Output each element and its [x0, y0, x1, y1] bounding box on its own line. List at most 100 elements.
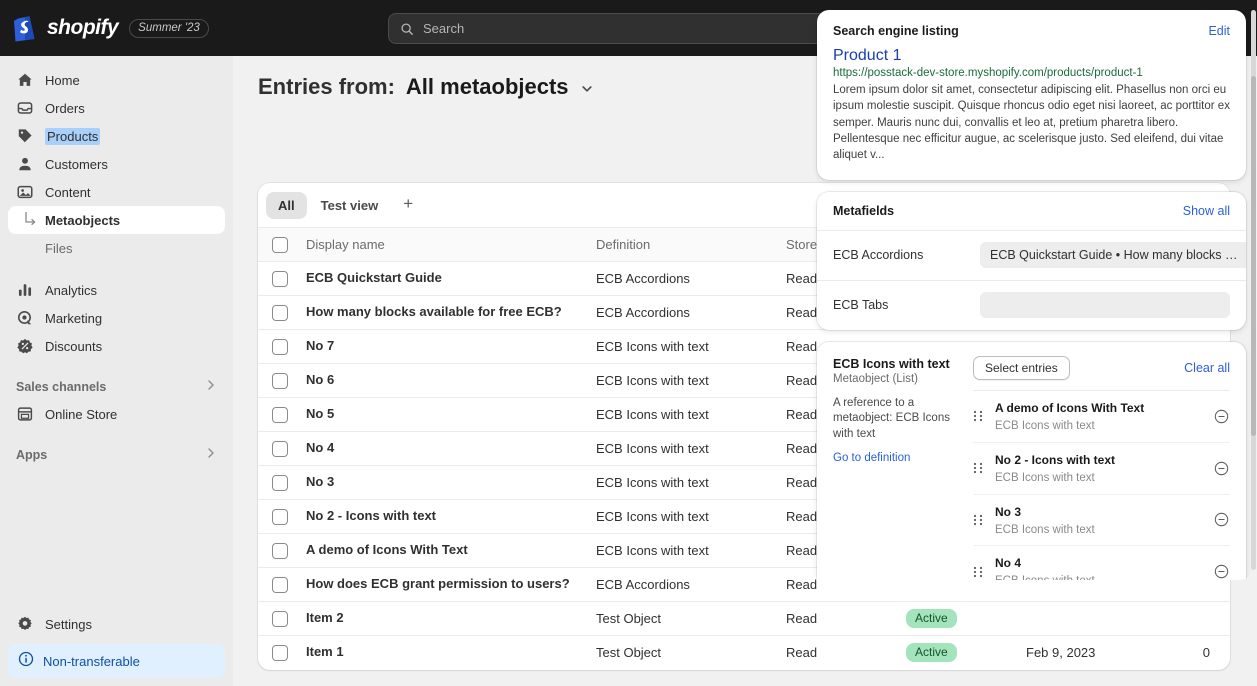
brand-area[interactable]: shopify Summer '23	[0, 14, 222, 42]
entry-list-item[interactable]: No 2 - Icons with text ECB Icons with te…	[973, 443, 1230, 495]
drag-handle-icon[interactable]	[973, 565, 983, 579]
sidebar-item-customers[interactable]: Customers	[8, 150, 225, 178]
cell-definition: ECB Accordions	[588, 567, 778, 602]
entry-list-item[interactable]: A demo of Icons With Text ECB Icons with…	[973, 391, 1230, 443]
online-store-icon	[16, 405, 34, 423]
metafields-header: Metafields Show all	[817, 192, 1246, 230]
row-checkbox[interactable]	[272, 644, 288, 661]
entry-title: A demo of Icons With Text	[995, 400, 1145, 415]
sidebar-item-label: Customers	[45, 156, 108, 172]
tab-test-view[interactable]: Test view	[309, 192, 391, 219]
cell-definition: Test Object	[588, 601, 778, 636]
add-view-button[interactable]: +	[392, 192, 424, 219]
row-checkbox[interactable]	[272, 270, 288, 287]
remove-entry-icon[interactable]	[1214, 512, 1230, 527]
sidebar-section-sales-channels[interactable]: Sales channels	[8, 374, 225, 400]
section-label: Sales channels	[16, 380, 107, 394]
cell-storefront: Read	[786, 645, 818, 661]
remove-entry-icon[interactable]	[1214, 461, 1230, 476]
select-entries-button[interactable]: Select entries	[973, 355, 1070, 380]
status-badge: Active	[906, 609, 957, 628]
banner-label: Non-transferable	[43, 653, 140, 669]
sidebar-item-marketing[interactable]: Marketing	[8, 304, 225, 332]
sidebar-section-apps[interactable]: Apps	[8, 442, 225, 468]
row-checkbox[interactable]	[272, 508, 288, 525]
row-checkbox[interactable]	[272, 304, 288, 321]
row-checkbox[interactable]	[272, 542, 288, 559]
table-row[interactable]: Item 1 Test Object Read Active Feb 9, 20…	[258, 636, 1230, 670]
sidebar-item-label: Analytics	[45, 282, 98, 298]
sidebar-item-content[interactable]: Content	[8, 178, 225, 206]
metafield-value-field[interactable]	[980, 292, 1230, 319]
row-checkbox[interactable]	[272, 474, 288, 491]
global-search[interactable]: Search	[388, 13, 869, 44]
cell-definition: ECB Accordions	[588, 261, 778, 296]
row-checkbox[interactable]	[272, 576, 288, 593]
page-title-static: Entries from:	[258, 74, 395, 99]
metaobject-reference-card: ECB Icons with text Metaobject (List) A …	[817, 341, 1246, 580]
row-checkbox[interactable]	[272, 406, 288, 423]
row-checkbox[interactable]	[272, 372, 288, 389]
row-select-cell	[258, 499, 298, 534]
remove-entry-icon[interactable]	[1214, 564, 1230, 579]
clear-all-link[interactable]: Clear all	[1184, 361, 1230, 375]
drag-handle-icon[interactable]	[973, 409, 983, 423]
sidebar-item-orders[interactable]: Orders	[8, 94, 225, 122]
sidebar-item-files[interactable]: Files	[8, 234, 225, 262]
entry-text: No 2 - Icons with text ECB Icons with te…	[995, 451, 1202, 486]
remove-entry-icon[interactable]	[1214, 409, 1230, 424]
metafield-row-ecb-accordions: ECB Accordions ECB Quickstart Guide • Ho…	[817, 229, 1246, 280]
sidebar-item-metaobjects[interactable]: Metaobjects	[8, 206, 225, 234]
seo-section-title: Search engine listing	[833, 24, 959, 38]
drag-handle-icon[interactable]	[973, 513, 983, 527]
sidebar-item-analytics[interactable]: Analytics	[8, 276, 225, 304]
sidebar-item-products[interactable]: Products	[8, 122, 225, 150]
sidebar-item-online-store[interactable]: Online Store	[8, 400, 225, 428]
sidebar-item-discounts[interactable]: Discounts	[8, 332, 225, 360]
status-badge: Active	[906, 643, 957, 663]
cell-display-name: No 3	[298, 465, 588, 500]
page-title-value: All metaobjects	[405, 74, 569, 99]
row-select-cell	[258, 567, 298, 602]
row-checkbox[interactable]	[272, 440, 288, 457]
metafields-show-all-link[interactable]: Show all	[1183, 204, 1230, 218]
tab-all[interactable]: All	[266, 191, 307, 219]
cell-display-name: A demo of Icons With Text	[298, 533, 588, 568]
release-badge: Summer '23	[129, 18, 209, 38]
row-checkbox[interactable]	[272, 338, 288, 355]
drag-handle-icon[interactable]	[973, 461, 983, 475]
sidebar-item-home[interactable]: Home	[8, 66, 225, 94]
search-input[interactable]: Search	[388, 13, 869, 44]
table-row[interactable]: Item 2 Test Object Read Active	[258, 601, 1230, 636]
entry-text: A demo of Icons With Text ECB Icons with…	[995, 399, 1202, 434]
cell-display-name: How many blocks available for free ECB?	[298, 295, 588, 330]
row-select-cell	[258, 431, 298, 466]
entry-title: No 3	[995, 504, 1022, 519]
non-transferable-banner[interactable]: Non-transferable	[8, 644, 225, 678]
chevron-right-icon	[205, 446, 217, 464]
sidebar-item-settings[interactable]: Settings	[8, 610, 225, 638]
seo-product-title[interactable]: Product 1	[833, 47, 1230, 65]
home-icon	[16, 71, 34, 89]
select-all-checkbox[interactable]	[272, 236, 288, 253]
column-header-display-name[interactable]: Display name	[298, 227, 588, 262]
reference-body: ECB Icons with text Metaobject (List) A …	[817, 342, 1246, 580]
sidebar-item-label: Online Store	[45, 406, 118, 422]
entry-subtitle: ECB Icons with text	[995, 574, 1202, 580]
brand-wordmark: shopify	[47, 16, 119, 39]
sidebar-item-label: Products	[45, 127, 101, 145]
subnav-arrow-icon	[22, 211, 38, 229]
row-select-cell	[258, 533, 298, 568]
popover-scrollbar-thumb[interactable]	[1251, 76, 1256, 436]
entry-text: No 4 ECB Icons with text	[995, 554, 1202, 580]
chevron-down-icon[interactable]	[580, 78, 594, 96]
go-to-definition-link[interactable]: Go to definition	[833, 452, 963, 464]
seo-edit-link[interactable]: Edit	[1208, 24, 1230, 38]
shopify-admin-app: shopify Summer '23 Search Home Orders Pr…	[0, 0, 1257, 686]
entry-list-item[interactable]: No 3 ECB Icons with text	[973, 495, 1230, 547]
metafield-value-field[interactable]: ECB Quickstart Guide • How many blocks a…	[980, 242, 1246, 269]
row-checkbox[interactable]	[272, 610, 288, 627]
cell-display-name: No 4	[298, 431, 588, 466]
entry-list-item[interactable]: No 4 ECB Icons with text	[973, 546, 1230, 580]
column-header-definition[interactable]: Definition	[588, 227, 778, 262]
